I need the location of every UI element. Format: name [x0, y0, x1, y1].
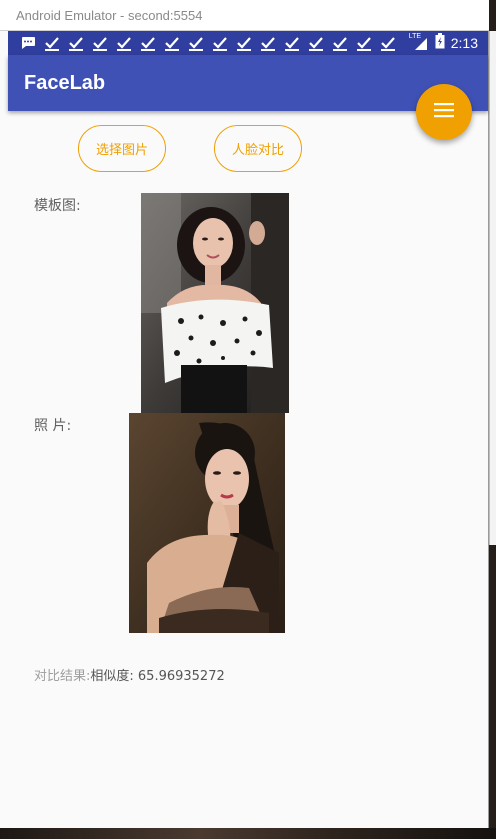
check-icon [90, 34, 110, 52]
check-icon [330, 34, 350, 52]
check-icon [186, 34, 206, 52]
window-titlebar[interactable]: Android Emulator - second:5554 [0, 0, 489, 31]
check-icon [258, 34, 278, 52]
battery-icon [435, 33, 445, 53]
check-icon [66, 34, 86, 52]
check-icon [378, 34, 398, 52]
result-label: 对比结果: [34, 669, 91, 684]
photo-label: 照 片: [34, 418, 72, 434]
status-bar: LTE 2:13 [8, 31, 488, 55]
menu-icon [434, 102, 454, 122]
status-right: LTE 2:13 [409, 33, 488, 53]
template-image [141, 193, 289, 413]
select-image-button[interactable]: 选择图片 [78, 125, 166, 172]
check-icon [162, 34, 182, 52]
check-icon [42, 34, 62, 52]
window-title: Android Emulator - second:5554 [16, 7, 203, 23]
menu-fab-button[interactable] [416, 84, 472, 140]
check-icon [234, 34, 254, 52]
check-icon [114, 34, 134, 52]
desktop-edge [489, 31, 496, 545]
notification-icons [8, 34, 398, 52]
chat-icon [18, 34, 38, 52]
check-icon [210, 34, 230, 52]
photo-image [129, 413, 285, 633]
app-title: FaceLab [24, 71, 106, 94]
result-row: 对比结果: 相似度: 65.96935272 [34, 665, 225, 684]
app-bar: FaceLab [8, 55, 488, 111]
check-icon [354, 34, 374, 52]
face-compare-button[interactable]: 人脸对比 [214, 125, 302, 172]
android-screen: LTE 2:13 FaceLab 选择图片 人脸对比 模板图: 照 片: 对比结… [8, 31, 488, 831]
desktop-background [0, 828, 496, 839]
similarity-value: 相似度: 65.96935272 [90, 669, 225, 684]
check-icon [138, 34, 158, 52]
emulator-window: Android Emulator - second:5554 LTE 2:13 … [0, 0, 489, 832]
template-label: 模板图: [34, 198, 81, 214]
status-time: 2:13 [450, 35, 478, 51]
signal-icon: LTE [409, 33, 429, 51]
check-icon [306, 34, 326, 52]
check-icon [282, 34, 302, 52]
